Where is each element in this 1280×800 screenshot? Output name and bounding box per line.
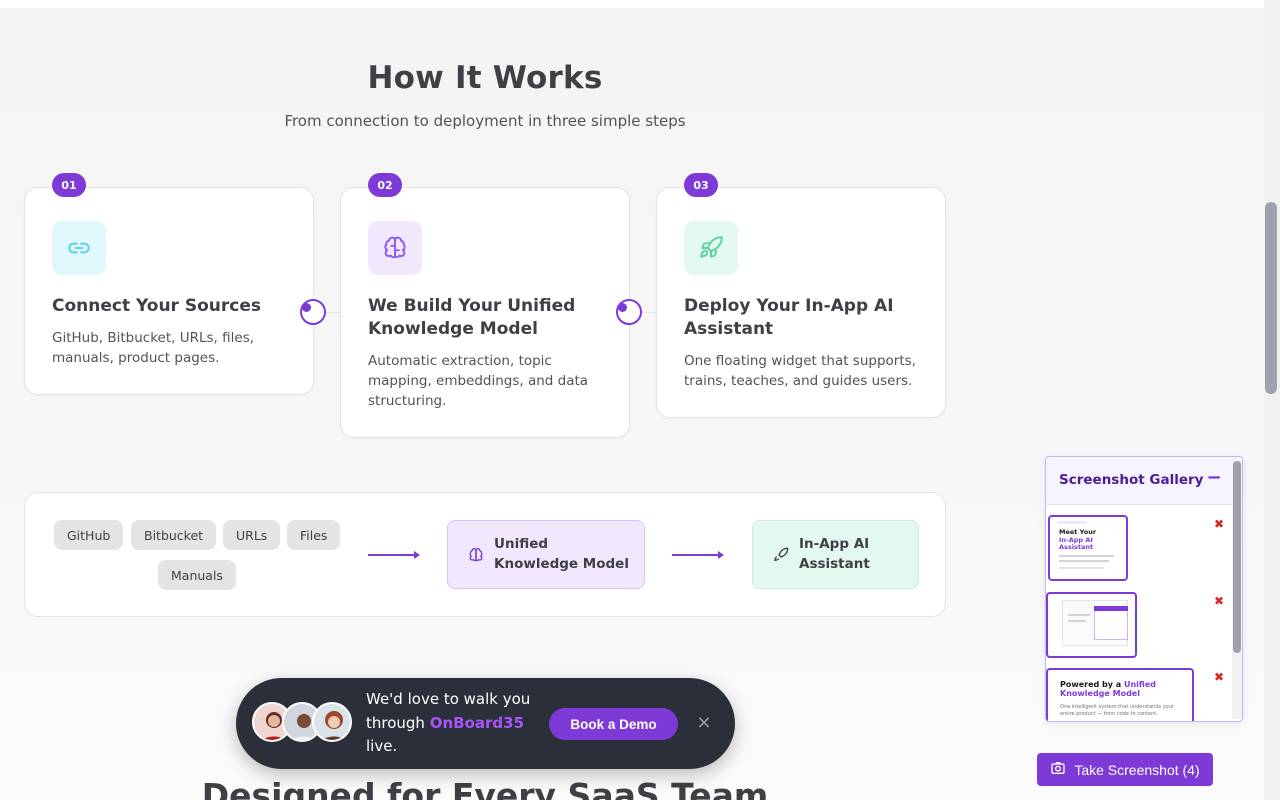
step-badge: 01: [52, 173, 86, 197]
thumb-panel-header: [1094, 606, 1128, 611]
step-title: Deploy Your In-App AI Assistant: [684, 296, 894, 339]
demo-toast: We'd love to walk you through OnBoard35 …: [236, 678, 735, 769]
source-chip-manuals: Manuals: [158, 560, 236, 590]
thumb-line: Knowledge Model: [1060, 689, 1140, 698]
rocket-icon: [684, 221, 738, 275]
step-badge: 02: [368, 173, 402, 197]
step-badge: 03: [684, 173, 718, 197]
screenshot-thumbnail[interactable]: Meet Your In-App AI Assistant: [1048, 515, 1128, 581]
step-card-3: Deploy Your In-App AI Assistant One floa…: [656, 187, 946, 418]
take-screenshot-label: Take Screenshot (4): [1074, 761, 1200, 778]
brain-icon: [468, 547, 484, 569]
step-title: Connect Your Sources: [52, 296, 261, 316]
screenshot-gallery: Screenshot Gallery − Meet Your In-App AI…: [1045, 456, 1243, 722]
thumb-panel: [1094, 606, 1128, 640]
delete-icon[interactable]: ✖: [1214, 594, 1224, 608]
section-subtitle: From connection to deployment in three s…: [284, 112, 686, 130]
thumb-line: Powered by a Unified: [1060, 680, 1156, 689]
step-description: One floating widget that supports, train…: [684, 353, 916, 389]
flow-node-label: In-App AI Assistant: [799, 536, 870, 572]
section-title: How It Works: [367, 60, 603, 96]
thumb-text-line: [1068, 614, 1090, 616]
thumb-heading: Meet Your In-App AI Assistant: [1059, 528, 1096, 552]
flow-arrow: [672, 551, 724, 559]
screenshot-thumbnail[interactable]: Powered by a Unified Knowledge Model One…: [1046, 668, 1194, 721]
source-chip-github: GitHub: [54, 520, 124, 550]
thumb-text-line: [1059, 560, 1109, 562]
step-connector: [616, 299, 642, 325]
toast-line: We'd love to walk you: [366, 690, 531, 708]
thumb-text-line: [1068, 620, 1086, 622]
thumb-text-line: [1059, 555, 1114, 557]
book-demo-button[interactable]: Book a Demo: [549, 708, 678, 740]
thumb-prefix: Powered by a: [1060, 680, 1124, 689]
flow-node-model: Unified Knowledge Model: [447, 520, 645, 589]
thumb-highlight: Unified: [1123, 680, 1156, 689]
top-edge: [0, 0, 1264, 8]
thumb-description: One intelligent system that understands …: [1060, 704, 1174, 717]
step-title: We Build Your Unified Knowledge Model: [368, 296, 576, 339]
scrollbar-thumb[interactable]: [1265, 202, 1277, 394]
flow-node-assistant: In-App AI Assistant: [752, 520, 919, 589]
page-scrollbar[interactable]: [1264, 0, 1280, 800]
source-chip-urls: URLs: [223, 520, 281, 550]
toast-message: We'd love to walk you through OnBoard35 …: [366, 688, 546, 759]
rocket-icon: [773, 547, 789, 569]
step-connector: [300, 299, 326, 325]
thumb-line: Assistant: [1059, 543, 1094, 551]
toast-line-prefix: through: [366, 713, 430, 732]
close-icon[interactable]: ×: [694, 713, 714, 733]
step-description: GitHub, Bitbucket, URLs, files, manuals,…: [52, 330, 255, 366]
gallery-scrollbar-thumb[interactable]: [1233, 461, 1241, 653]
next-section-title: Designed for Every SaaS Team: [201, 776, 769, 800]
toast-line: through OnBoard35: [366, 712, 546, 736]
take-screenshot-button[interactable]: Take Screenshot (4): [1037, 753, 1213, 786]
gallery-title: Screenshot Gallery: [1059, 472, 1204, 488]
thumb-heading: Powered by a Unified Knowledge Model: [1060, 680, 1156, 698]
delete-icon[interactable]: ✖: [1214, 670, 1224, 684]
flow-diagram: GitHub Bitbucket URLs Files Manuals Unif…: [24, 492, 946, 617]
toast-line: live.: [366, 737, 398, 755]
minimize-icon[interactable]: −: [1204, 467, 1224, 491]
gallery-header: Screenshot Gallery −: [1046, 457, 1242, 505]
step-description: Automatic extraction, topic mapping, emb…: [368, 353, 589, 409]
delete-icon[interactable]: ✖: [1214, 517, 1224, 531]
camera-icon: [1050, 760, 1066, 779]
link-icon: [52, 221, 106, 275]
thumb-text-line: [1059, 567, 1104, 569]
step-card-1: Connect Your Sources GitHub, Bitbucket, …: [24, 187, 314, 395]
flow-arrow: [368, 551, 420, 559]
flow-node-label: Unified Knowledge Model: [494, 536, 629, 572]
brain-icon: [368, 221, 422, 275]
source-chip-bitbucket: Bitbucket: [131, 520, 217, 550]
avatar: [312, 702, 352, 742]
thumb-badge: [1058, 521, 1086, 524]
step-card-2: We Build Your Unified Knowledge Model Au…: [340, 187, 630, 438]
screenshot-thumbnail[interactable]: [1046, 592, 1137, 658]
brand-name: OnBoard35: [429, 713, 525, 732]
source-chip-files: Files: [287, 520, 341, 550]
